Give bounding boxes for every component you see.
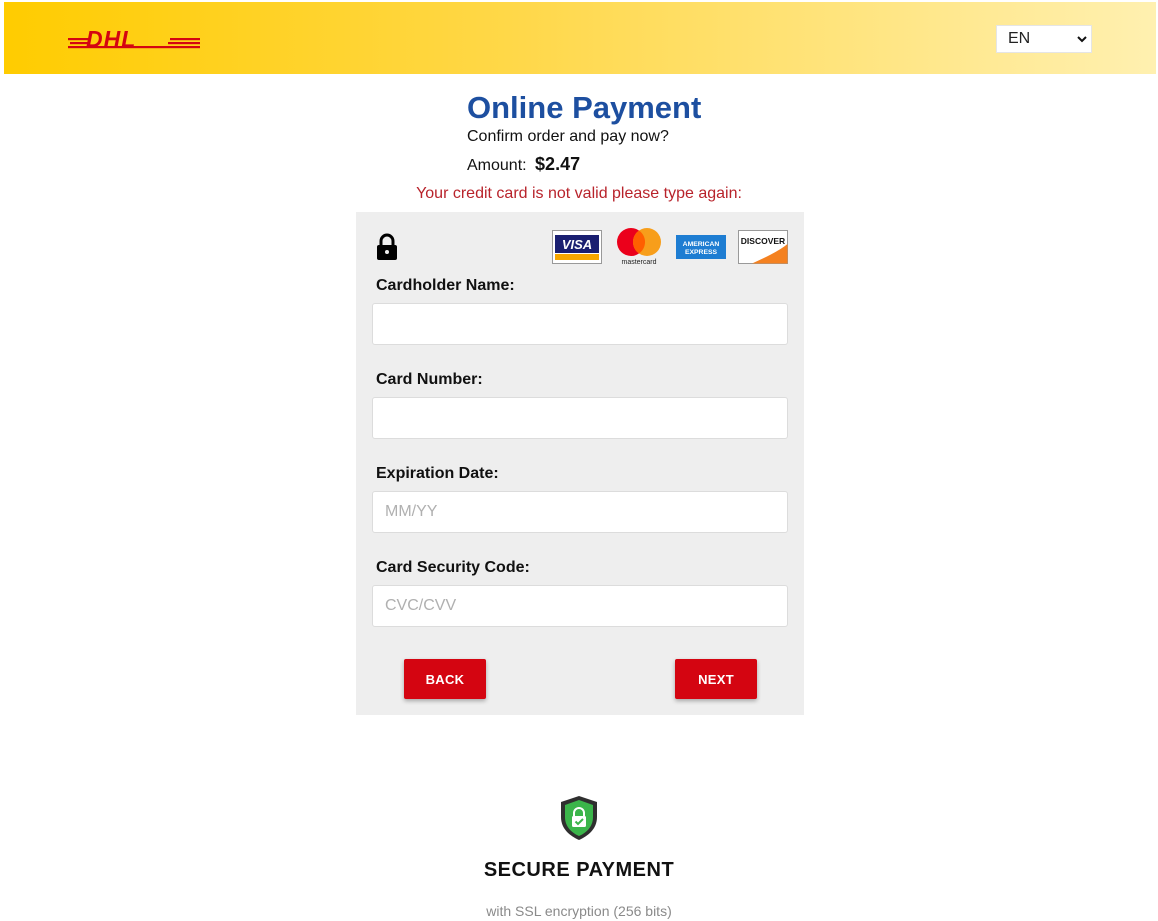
discover-text: DISCOVER xyxy=(741,236,785,246)
secure-payment-subtitle: with SSL encryption (256 bits) xyxy=(486,903,672,919)
lock-icon xyxy=(377,233,397,260)
amex-card-logo: AMERICAN EXPRESS xyxy=(676,235,726,259)
dhl-logo[interactable]: DHL xyxy=(68,28,200,52)
svg-text:EXPRESS: EXPRESS xyxy=(685,249,718,256)
shield-lock-icon xyxy=(561,796,597,840)
page-title: Online Payment xyxy=(467,90,702,125)
chevron-down-icon xyxy=(1077,36,1087,43)
card-number-input[interactable] xyxy=(372,397,788,439)
language-select[interactable]: EN xyxy=(996,25,1092,53)
svg-text:AMERICAN: AMERICAN xyxy=(683,241,720,248)
visa-card-logo: VISA xyxy=(552,230,602,264)
card-form-panel: VISA mastercard AMERICAN EXPRESS DISCOVE… xyxy=(356,212,804,715)
security-code-input[interactable] xyxy=(372,585,788,627)
mastercard-text: mastercard xyxy=(621,259,656,266)
mastercard-logo: mastercard xyxy=(617,228,661,266)
language-select-value: EN xyxy=(1008,30,1031,47)
header-bar: DHL EN xyxy=(4,2,1156,74)
page-subtitle: Confirm order and pay now? xyxy=(467,128,669,145)
discover-card-logo: DISCOVER xyxy=(738,230,788,264)
cardholder-name-label: Cardholder Name: xyxy=(376,277,515,294)
amount-row: Amount: $2.47 xyxy=(467,154,580,175)
security-code-label: Card Security Code: xyxy=(376,559,530,576)
secure-payment-title: SECURE PAYMENT xyxy=(483,859,675,881)
svg-text:DHL: DHL xyxy=(86,28,136,52)
visa-text: VISA xyxy=(562,237,592,252)
next-button[interactable]: NEXT xyxy=(675,659,757,699)
expiration-date-input[interactable] xyxy=(372,491,788,533)
back-button[interactable]: BACK xyxy=(404,659,486,699)
error-message: Your credit card is not valid please typ… xyxy=(416,185,742,202)
amount-label: Amount: xyxy=(467,157,527,174)
cardholder-name-input[interactable] xyxy=(372,303,788,345)
card-number-label: Card Number: xyxy=(376,371,483,388)
amount-value: $2.47 xyxy=(535,154,581,174)
expiration-date-label: Expiration Date: xyxy=(376,465,499,482)
